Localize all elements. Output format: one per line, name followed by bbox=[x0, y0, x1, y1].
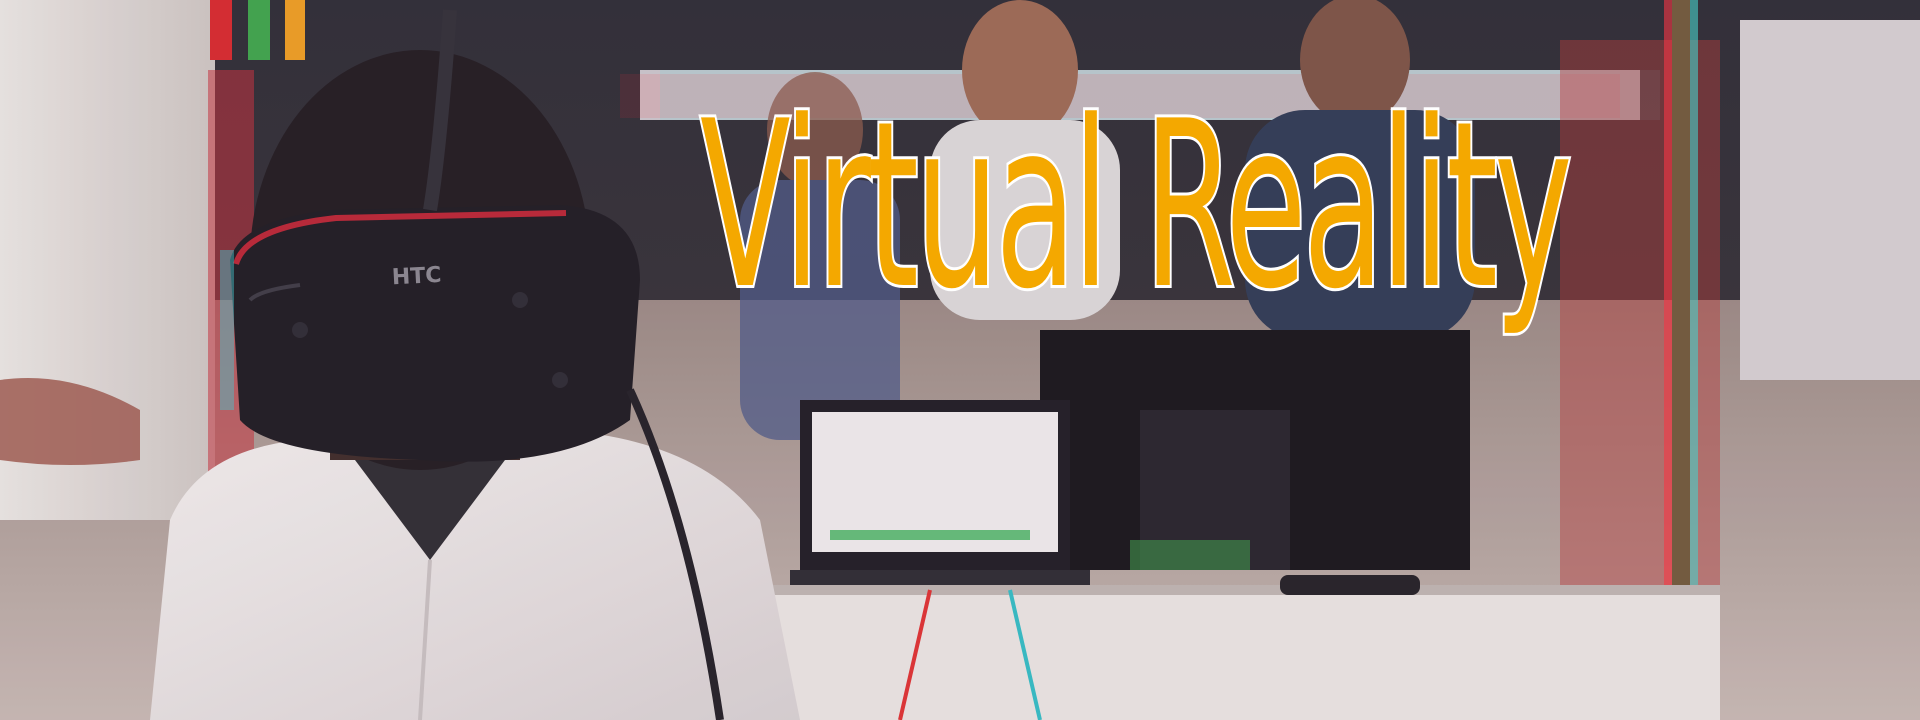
vr-banner: HTC Virtual Reality bbox=[0, 0, 1920, 720]
banner-title: Virtual Reality bbox=[698, 73, 1574, 340]
